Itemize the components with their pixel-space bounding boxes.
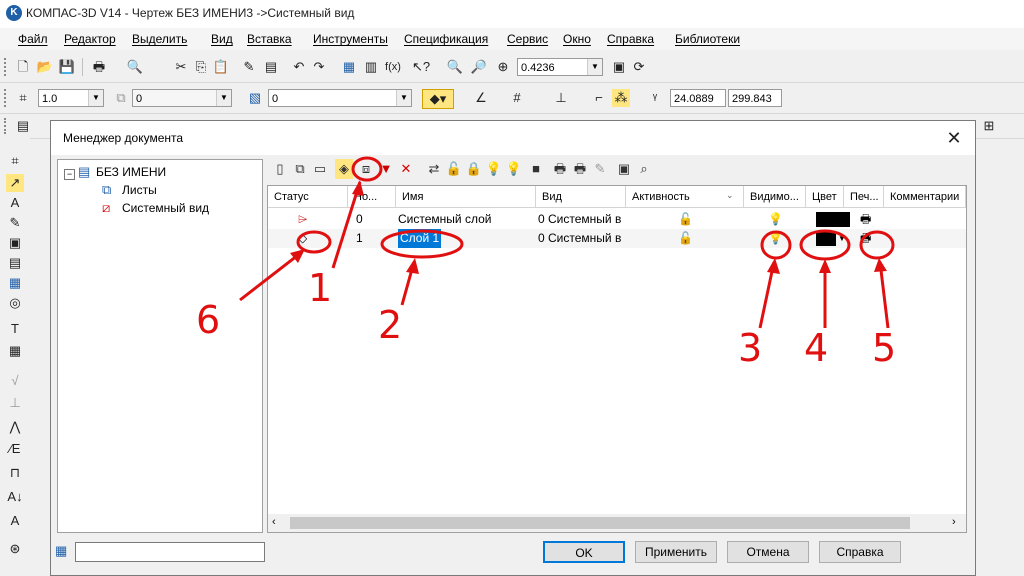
arrow-line [331,181,362,269]
annotation-label: 2 [378,303,403,347]
annotation-label: 1 [308,266,333,310]
highlight-ellipse [859,230,895,260]
annotation-label: 3 [738,326,763,370]
arrow-line [878,261,890,329]
annotation-label: 4 [804,326,829,370]
arrowhead [406,258,419,274]
arrowhead [819,259,831,273]
arrowhead [874,258,887,272]
annotation-label: 6 [196,298,221,342]
highlight-ellipse [380,229,464,259]
highlight-ellipse [296,230,332,254]
highlight-ellipse [351,156,383,182]
annotation-overlay [239,156,895,329]
annotation-label: 5 [872,326,897,370]
arrowhead [767,258,780,274]
highlight-ellipse [760,230,792,260]
arrowhead [352,180,364,196]
arrow-line [239,250,303,302]
highlight-ellipse [799,229,851,261]
